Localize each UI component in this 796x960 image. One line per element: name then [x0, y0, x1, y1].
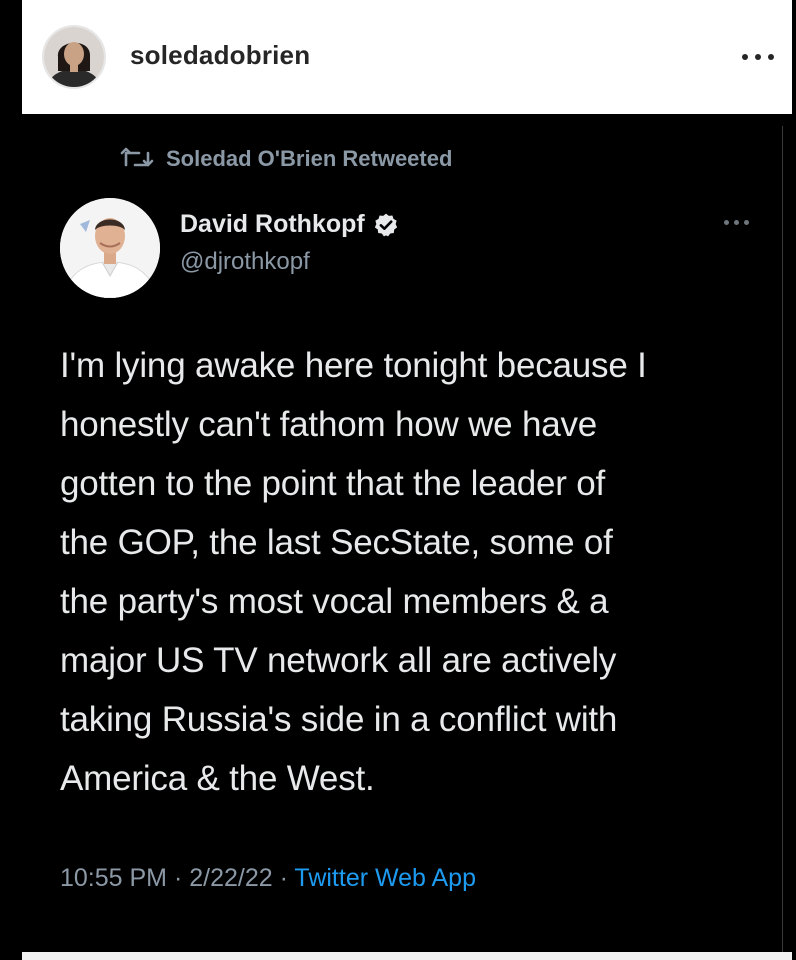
- tweet-date[interactable]: 2/22/22: [189, 864, 272, 892]
- tweet-time[interactable]: 10:55 PM: [60, 864, 167, 892]
- tweet-card: Soledad O'Brien Retweeted David Rothkopf…: [22, 114, 792, 960]
- more-horizontal-icon[interactable]: [740, 54, 776, 64]
- author-name[interactable]: David Rothkopf: [180, 210, 399, 239]
- tweet-text: I'm lying awake here tonight because I h…: [60, 336, 750, 808]
- instagram-username[interactable]: soledadobrien: [130, 40, 310, 71]
- tweet-text-line: America & the West.: [60, 759, 375, 798]
- meta-separator: ·: [167, 864, 190, 892]
- avatar[interactable]: [42, 25, 106, 89]
- scrollbar-track: [782, 126, 783, 960]
- tweet-text-line: the party's most vocal members & a: [60, 582, 609, 621]
- meta-separator: ·: [272, 864, 295, 892]
- screenshot-frame: soledadobrien Soledad O'Brien Retweeted: [0, 0, 796, 960]
- tweet-text-line: taking Russia's side in a conflict with: [60, 700, 618, 739]
- author-photo: [60, 198, 160, 298]
- tweet-text-line: I'm lying awake here tonight because I: [60, 346, 647, 385]
- retweet-icon: [120, 147, 154, 167]
- retweet-context[interactable]: Soledad O'Brien Retweeted: [120, 144, 452, 174]
- instagram-post-header: soledadobrien: [22, 0, 792, 114]
- tweet-source-app[interactable]: Twitter Web App: [294, 864, 476, 892]
- verified-badge-icon: [374, 213, 397, 236]
- avatar-photo: [44, 27, 104, 87]
- author-handle[interactable]: @djrothkopf: [180, 248, 310, 276]
- tweet-more-icon[interactable]: [722, 220, 752, 228]
- tweet-text-line: the GOP, the last SecState, some of: [60, 523, 613, 562]
- next-post-edge: [22, 952, 792, 960]
- retweeted-by-label: Soledad O'Brien Retweeted: [166, 146, 453, 171]
- tweet-metadata: 10:55 PM · 2/22/22 · Twitter Web App: [60, 864, 476, 893]
- author-avatar[interactable]: [60, 198, 160, 298]
- author-name-text: David Rothkopf: [180, 210, 365, 238]
- tweet-text-line: major US TV network all are actively: [60, 641, 617, 680]
- tweet-text-line: gotten to the point that the leader of: [60, 464, 606, 503]
- tweet-text-line: honestly can't fathom how we have: [60, 405, 598, 444]
